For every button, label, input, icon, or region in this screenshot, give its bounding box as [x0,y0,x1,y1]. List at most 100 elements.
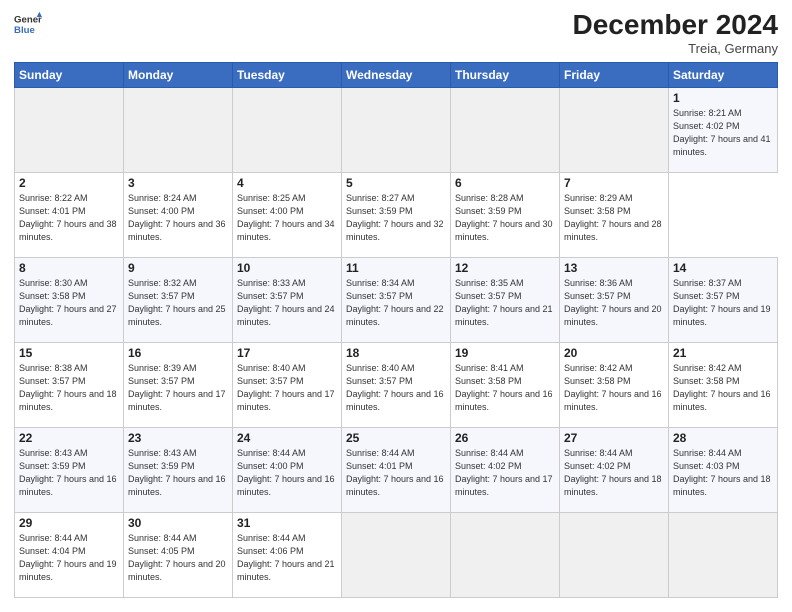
calendar-day-cell: 18Sunrise: 8:40 AMSunset: 3:57 PMDayligh… [342,342,451,427]
day-info: Sunrise: 8:44 AMSunset: 4:01 PMDaylight:… [346,447,446,499]
day-number: 5 [346,176,446,190]
day-info: Sunrise: 8:35 AMSunset: 3:57 PMDaylight:… [455,277,555,329]
day-number: 13 [564,261,664,275]
calendar-week-row: 22 Sunrise: 8:43 AMSunset: 3:59 PMDayligh… [15,427,778,512]
day-number: 27 [564,431,664,445]
logo-icon: General Blue [14,10,42,38]
calendar-day-cell: 12Sunrise: 8:35 AMSunset: 3:57 PMDayligh… [451,257,560,342]
calendar-day-cell: 27Sunrise: 8:44 AMSunset: 4:02 PMDayligh… [560,427,669,512]
calendar-day-cell [451,512,560,597]
calendar-day-cell: 3Sunrise: 8:24 AMSunset: 4:00 PMDaylight… [124,172,233,257]
calendar-day-cell: 23 Sunrise: 8:43 AMSunset: 3:59 PMDayligh… [124,427,233,512]
day-number: 21 [673,346,773,360]
month-title: December 2024 [573,10,778,41]
day-number: 7 [564,176,664,190]
day-info: Sunrise: 8:25 AMSunset: 4:00 PMDaylight:… [237,192,337,244]
day-number: 1 [673,91,773,105]
day-info: Sunrise: 8:44 AMSunset: 4:06 PMDaylight:… [237,532,337,584]
day-number: 6 [455,176,555,190]
day-info: Sunrise: 8:34 AMSunset: 3:57 PMDaylight:… [346,277,446,329]
day-number: 31 [237,516,337,530]
day-info: Sunrise: 8:33 AMSunset: 3:57 PMDaylight:… [237,277,337,329]
day-header-tuesday: Tuesday [233,62,342,87]
calendar-table: SundayMondayTuesdayWednesdayThursdayFrid… [14,62,778,598]
calendar-day-cell: 29 Sunrise: 8:44 AMSunset: 4:04 PMDayligh… [15,512,124,597]
day-number: 2 [19,176,119,190]
calendar-day-cell: 5 Sunrise: 8:27 AMSunset: 3:59 PMDaylight… [342,172,451,257]
calendar-day-cell: 16 Sunrise: 8:39 AMSunset: 3:57 PMDayligh… [124,342,233,427]
calendar-day-cell: 21 Sunrise: 8:42 AMSunset: 3:58 PMDayligh… [669,342,778,427]
calendar-day-cell: 30Sunrise: 8:44 AMSunset: 4:05 PMDayligh… [124,512,233,597]
day-number: 15 [19,346,119,360]
day-info: Sunrise: 8:42 AMSunset: 3:58 PMDaylight:… [673,362,773,414]
calendar-day-cell: 28 Sunrise: 8:44 AMSunset: 4:03 PMDayligh… [669,427,778,512]
calendar-container: General Blue December 2024 Treia, German… [0,0,792,612]
day-number: 17 [237,346,337,360]
calendar-day-cell: 2Sunrise: 8:22 AMSunset: 4:01 PMDaylight… [15,172,124,257]
header: General Blue December 2024 Treia, German… [14,10,778,56]
day-number: 28 [673,431,773,445]
calendar-day-cell [669,512,778,597]
title-section: December 2024 Treia, Germany [573,10,778,56]
calendar-day-cell [124,87,233,172]
calendar-week-row: 29 Sunrise: 8:44 AMSunset: 4:04 PMDayligh… [15,512,778,597]
calendar-day-cell: 17Sunrise: 8:40 AMSunset: 3:57 PMDayligh… [233,342,342,427]
day-number: 9 [128,261,228,275]
day-number: 22 [19,431,119,445]
day-info: Sunrise: 8:44 AMSunset: 4:00 PMDaylight:… [237,447,337,499]
day-number: 10 [237,261,337,275]
day-info: Sunrise: 8:38 AMSunset: 3:57 PMDaylight:… [19,362,119,414]
day-number: 16 [128,346,228,360]
day-number: 24 [237,431,337,445]
calendar-day-cell: 31 Sunrise: 8:44 AMSunset: 4:06 PMDayligh… [233,512,342,597]
day-header-wednesday: Wednesday [342,62,451,87]
calendar-day-cell: 1Sunrise: 8:21 AMSunset: 4:02 PMDaylight… [669,87,778,172]
calendar-day-cell: 24 Sunrise: 8:44 AMSunset: 4:00 PMDayligh… [233,427,342,512]
day-number: 11 [346,261,446,275]
day-info: Sunrise: 8:27 AMSunset: 3:59 PMDaylight:… [346,192,446,244]
calendar-day-cell [451,87,560,172]
day-info: Sunrise: 8:44 AMSunset: 4:02 PMDaylight:… [455,447,555,499]
day-number: 29 [19,516,119,530]
calendar-day-cell: 7 Sunrise: 8:29 AMSunset: 3:58 PMDaylight… [560,172,669,257]
day-info: Sunrise: 8:44 AMSunset: 4:03 PMDaylight:… [673,447,773,499]
day-number: 18 [346,346,446,360]
calendar-day-cell: 20Sunrise: 8:42 AMSunset: 3:58 PMDayligh… [560,342,669,427]
calendar-day-cell: 15 Sunrise: 8:38 AMSunset: 3:57 PMDayligh… [15,342,124,427]
day-info: Sunrise: 8:39 AMSunset: 3:57 PMDaylight:… [128,362,228,414]
logo: General Blue [14,10,42,38]
calendar-day-cell [342,512,451,597]
calendar-header-row: SundayMondayTuesdayWednesdayThursdayFrid… [15,62,778,87]
day-header-monday: Monday [124,62,233,87]
calendar-day-cell: 14 Sunrise: 8:37 AMSunset: 3:57 PMDayligh… [669,257,778,342]
day-info: Sunrise: 8:43 AMSunset: 3:59 PMDaylight:… [128,447,228,499]
day-info: Sunrise: 8:44 AMSunset: 4:04 PMDaylight:… [19,532,119,584]
day-header-saturday: Saturday [669,62,778,87]
calendar-week-row: 2Sunrise: 8:22 AMSunset: 4:01 PMDaylight… [15,172,778,257]
day-info: Sunrise: 8:30 AMSunset: 3:58 PMDaylight:… [19,277,119,329]
day-info: Sunrise: 8:28 AMSunset: 3:59 PMDaylight:… [455,192,555,244]
svg-text:Blue: Blue [14,25,35,36]
day-number: 3 [128,176,228,190]
location-subtitle: Treia, Germany [573,41,778,56]
calendar-day-cell: 4 Sunrise: 8:25 AMSunset: 4:00 PMDaylight… [233,172,342,257]
day-info: Sunrise: 8:42 AMSunset: 3:58 PMDaylight:… [564,362,664,414]
day-info: Sunrise: 8:37 AMSunset: 3:57 PMDaylight:… [673,277,773,329]
day-number: 4 [237,176,337,190]
calendar-day-cell: 9 Sunrise: 8:32 AMSunset: 3:57 PMDaylight… [124,257,233,342]
day-number: 14 [673,261,773,275]
day-number: 19 [455,346,555,360]
day-info: Sunrise: 8:32 AMSunset: 3:57 PMDaylight:… [128,277,228,329]
calendar-day-cell [15,87,124,172]
calendar-day-cell: 10 Sunrise: 8:33 AMSunset: 3:57 PMDayligh… [233,257,342,342]
calendar-day-cell: 26Sunrise: 8:44 AMSunset: 4:02 PMDayligh… [451,427,560,512]
day-number: 30 [128,516,228,530]
calendar-day-cell: 6 Sunrise: 8:28 AMSunset: 3:59 PMDaylight… [451,172,560,257]
day-number: 23 [128,431,228,445]
calendar-day-cell [560,512,669,597]
calendar-day-cell: 8Sunrise: 8:30 AMSunset: 3:58 PMDaylight… [15,257,124,342]
calendar-day-cell: 25Sunrise: 8:44 AMSunset: 4:01 PMDayligh… [342,427,451,512]
calendar-day-cell: 19Sunrise: 8:41 AMSunset: 3:58 PMDayligh… [451,342,560,427]
day-info: Sunrise: 8:29 AMSunset: 3:58 PMDaylight:… [564,192,664,244]
calendar-day-cell: 11 Sunrise: 8:34 AMSunset: 3:57 PMDayligh… [342,257,451,342]
